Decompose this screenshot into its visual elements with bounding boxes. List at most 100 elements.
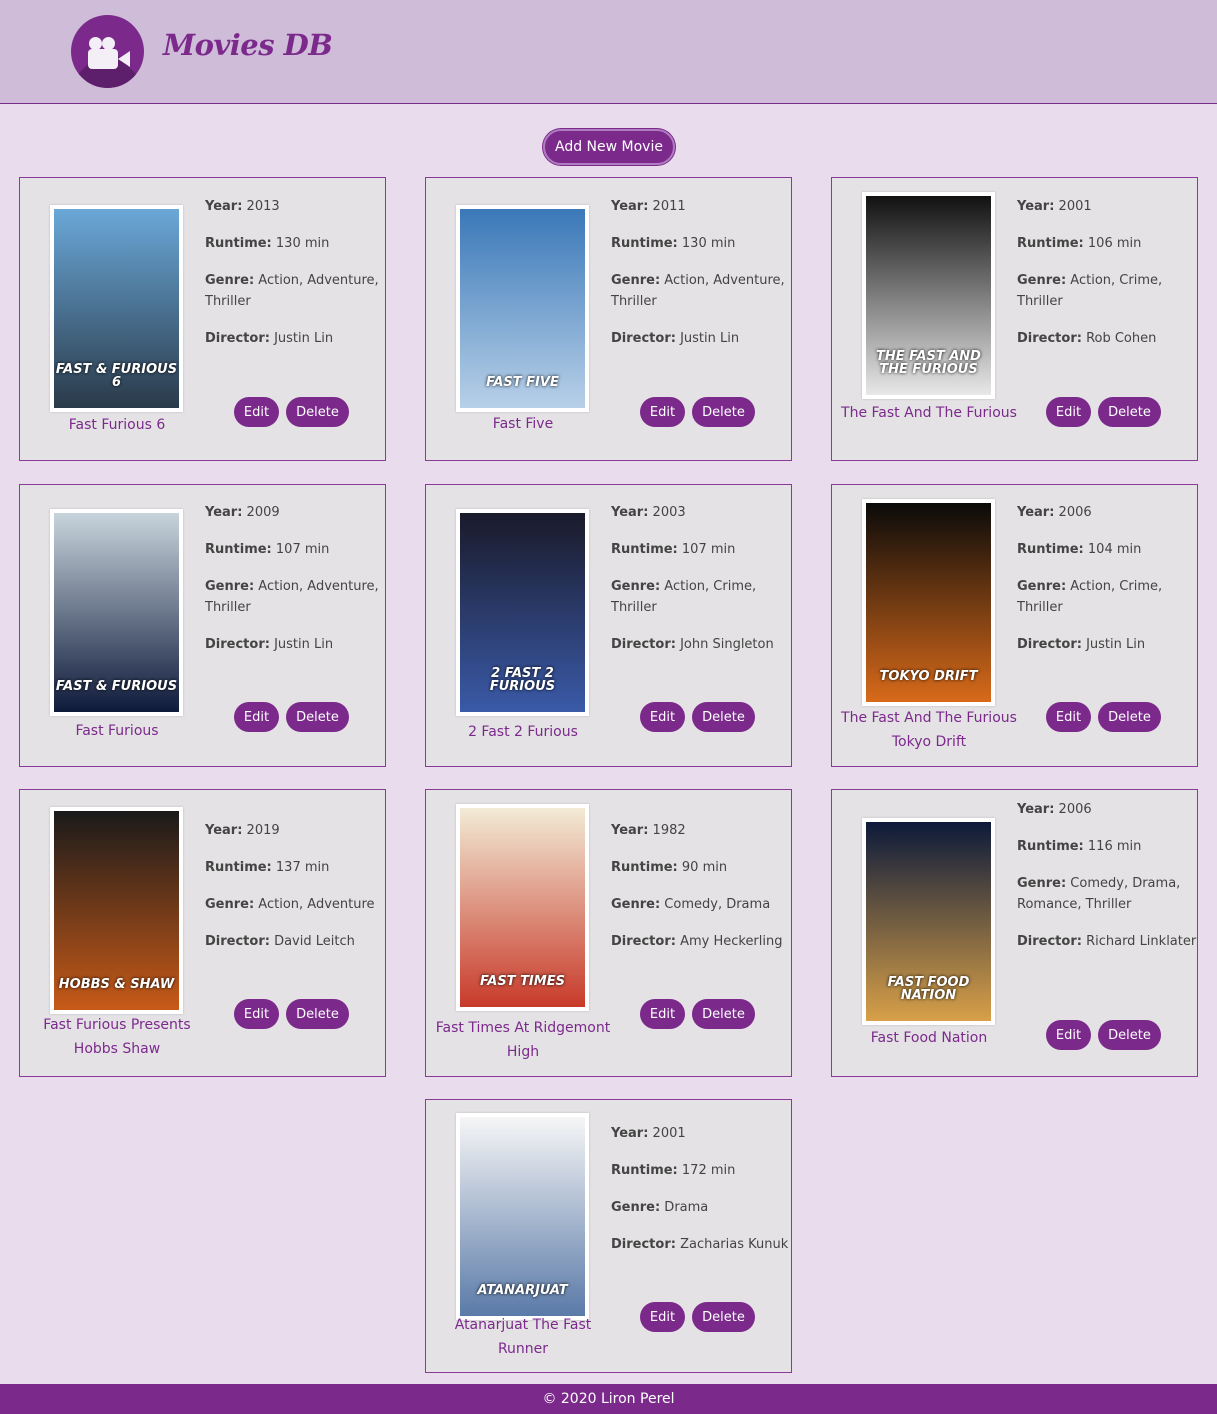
delete-button[interactable]: Delete (286, 397, 349, 427)
detail-label: Runtime: (1017, 839, 1084, 854)
movie-title[interactable]: Fast Furious (22, 719, 212, 743)
detail-value: 2006 (1054, 505, 1092, 520)
movie-title[interactable]: The Fast And The Furious (834, 401, 1024, 425)
movie-title[interactable]: 2 Fast 2 Furious (428, 720, 618, 744)
edit-button[interactable]: Edit (640, 1302, 685, 1332)
edit-button[interactable]: Edit (1046, 702, 1091, 732)
movie-poster[interactable]: TOKYO DRIFT (862, 499, 995, 706)
detail-value: 107 min (271, 542, 330, 557)
detail-value: Action, Adventure (254, 897, 375, 912)
detail-genre: Genre: Action, Adventure, Thriller (205, 576, 385, 618)
detail-value: 2006 (1054, 802, 1092, 817)
detail-runtime: Runtime: 172 min (611, 1160, 791, 1181)
movie-title[interactable]: Fast Times At Ridgemont High (428, 1016, 618, 1064)
delete-button[interactable]: Delete (286, 999, 349, 1029)
detail-label: Genre: (205, 273, 255, 288)
edit-button[interactable]: Edit (1046, 397, 1091, 427)
edit-button[interactable]: Edit (640, 999, 685, 1029)
movie-card: FAST & FURIOUS Fast Furious Year: 2009 Runt… (19, 484, 386, 767)
detail-value: 2013 (242, 199, 280, 214)
detail-label: Year: (1017, 199, 1055, 214)
movie-poster[interactable]: FAST & FURIOUS (50, 509, 183, 716)
delete-button[interactable]: Delete (692, 999, 755, 1029)
detail-runtime: Runtime: 137 min (205, 857, 385, 878)
movie-poster[interactable]: FAST TIMES (456, 804, 589, 1011)
movie-poster[interactable]: FAST FIVE (456, 205, 589, 412)
detail-label: Year: (1017, 802, 1055, 817)
detail-value: Zacharias Kunuk (675, 1237, 789, 1252)
detail-year: Year: 2011 (611, 196, 791, 217)
detail-label: Director: (205, 331, 270, 346)
movie-poster[interactable]: THE FAST AND THE FURIOUS (862, 192, 995, 399)
movie-title[interactable]: Fast Five (428, 412, 618, 436)
detail-runtime: Runtime: 116 min (1017, 836, 1197, 857)
delete-button[interactable]: Delete (1098, 397, 1161, 427)
detail-label: Year: (611, 505, 649, 520)
poster-caption: FAST & FURIOUS 6 (55, 361, 178, 391)
detail-value: 106 min (1083, 236, 1142, 251)
movie-details: Year: 2011 Runtime: 130 min Genre: Action,… (611, 196, 791, 365)
movie-poster[interactable]: FAST FOOD NATION (862, 818, 995, 1025)
movie-card: 2 FAST 2 FURIOUS 2 Fast 2 Furious Year: 20… (425, 484, 792, 767)
detail-label: Runtime: (1017, 236, 1084, 251)
detail-runtime: Runtime: 106 min (1017, 233, 1197, 254)
movie-title[interactable]: Fast Food Nation (834, 1026, 1024, 1050)
delete-button[interactable]: Delete (286, 702, 349, 732)
movie-card: TOKYO DRIFT The Fast And The Furious Toky… (831, 484, 1198, 767)
delete-button[interactable]: Delete (1098, 1020, 1161, 1050)
detail-label: Director: (1017, 331, 1082, 346)
detail-runtime: Runtime: 104 min (1017, 539, 1197, 560)
add-movie-button[interactable]: Add New Movie (543, 129, 675, 165)
detail-runtime: Runtime: 107 min (611, 539, 791, 560)
detail-label: Genre: (611, 897, 661, 912)
detail-value: 130 min (677, 236, 736, 251)
detail-runtime: Runtime: 107 min (205, 539, 385, 560)
movie-poster[interactable]: 2 FAST 2 FURIOUS (456, 509, 589, 716)
detail-year: Year: 2001 (1017, 196, 1197, 217)
detail-label: Genre: (1017, 579, 1067, 594)
edit-button[interactable]: Edit (234, 702, 279, 732)
delete-button[interactable]: Delete (1098, 702, 1161, 732)
detail-value: Comedy, Drama (660, 897, 771, 912)
detail-label: Director: (611, 1237, 676, 1252)
movie-title[interactable]: Fast Furious Presents Hobbs Shaw (22, 1013, 212, 1061)
edit-button[interactable]: Edit (640, 397, 685, 427)
delete-button[interactable]: Delete (692, 1302, 755, 1332)
detail-label: Year: (611, 823, 649, 838)
detail-value: 104 min (1083, 542, 1142, 557)
detail-value: 2003 (648, 505, 686, 520)
edit-button[interactable]: Edit (640, 702, 685, 732)
detail-label: Director: (611, 934, 676, 949)
detail-value: Justin Lin (269, 637, 334, 652)
detail-director: Director: David Leitch (205, 931, 385, 952)
detail-value: 172 min (677, 1163, 736, 1178)
logo-icon[interactable] (71, 15, 144, 88)
detail-genre: Genre: Action, Adventure (205, 894, 385, 915)
movie-poster[interactable]: HOBBS & SHAW (50, 807, 183, 1014)
brand-title[interactable]: Movies DB (163, 28, 333, 62)
delete-button[interactable]: Delete (692, 397, 755, 427)
movie-details: Year: 1982 Runtime: 90 min Genre: Comedy, … (611, 820, 791, 968)
movie-title[interactable]: The Fast And The Furious Tokyo Drift (834, 706, 1024, 754)
detail-label: Genre: (205, 897, 255, 912)
movie-title[interactable]: Atanarjuat The Fast Runner (428, 1313, 618, 1361)
movie-poster[interactable]: ATANARJUAT (456, 1113, 589, 1320)
movie-title[interactable]: Fast Furious 6 (22, 413, 212, 437)
detail-value: Drama (660, 1200, 709, 1215)
movie-poster[interactable]: FAST & FURIOUS 6 (50, 205, 183, 412)
detail-label: Genre: (611, 1200, 661, 1215)
movie-card: FAST FIVE Fast Five Year: 2011 Runtime: 130… (425, 177, 792, 461)
detail-director: Director: Amy Heckerling (611, 931, 791, 952)
edit-button[interactable]: Edit (234, 397, 279, 427)
detail-label: Runtime: (611, 236, 678, 251)
movie-details: Year: 2006 Runtime: 104 min Genre: Action,… (1017, 502, 1197, 671)
detail-director: Director: Rob Cohen (1017, 328, 1197, 349)
detail-label: Year: (611, 199, 649, 214)
detail-label: Director: (611, 637, 676, 652)
detail-value: Justin Lin (675, 331, 740, 346)
delete-button[interactable]: Delete (692, 702, 755, 732)
edit-button[interactable]: Edit (234, 999, 279, 1029)
detail-label: Genre: (611, 579, 661, 594)
detail-value: 1982 (648, 823, 686, 838)
edit-button[interactable]: Edit (1046, 1020, 1091, 1050)
